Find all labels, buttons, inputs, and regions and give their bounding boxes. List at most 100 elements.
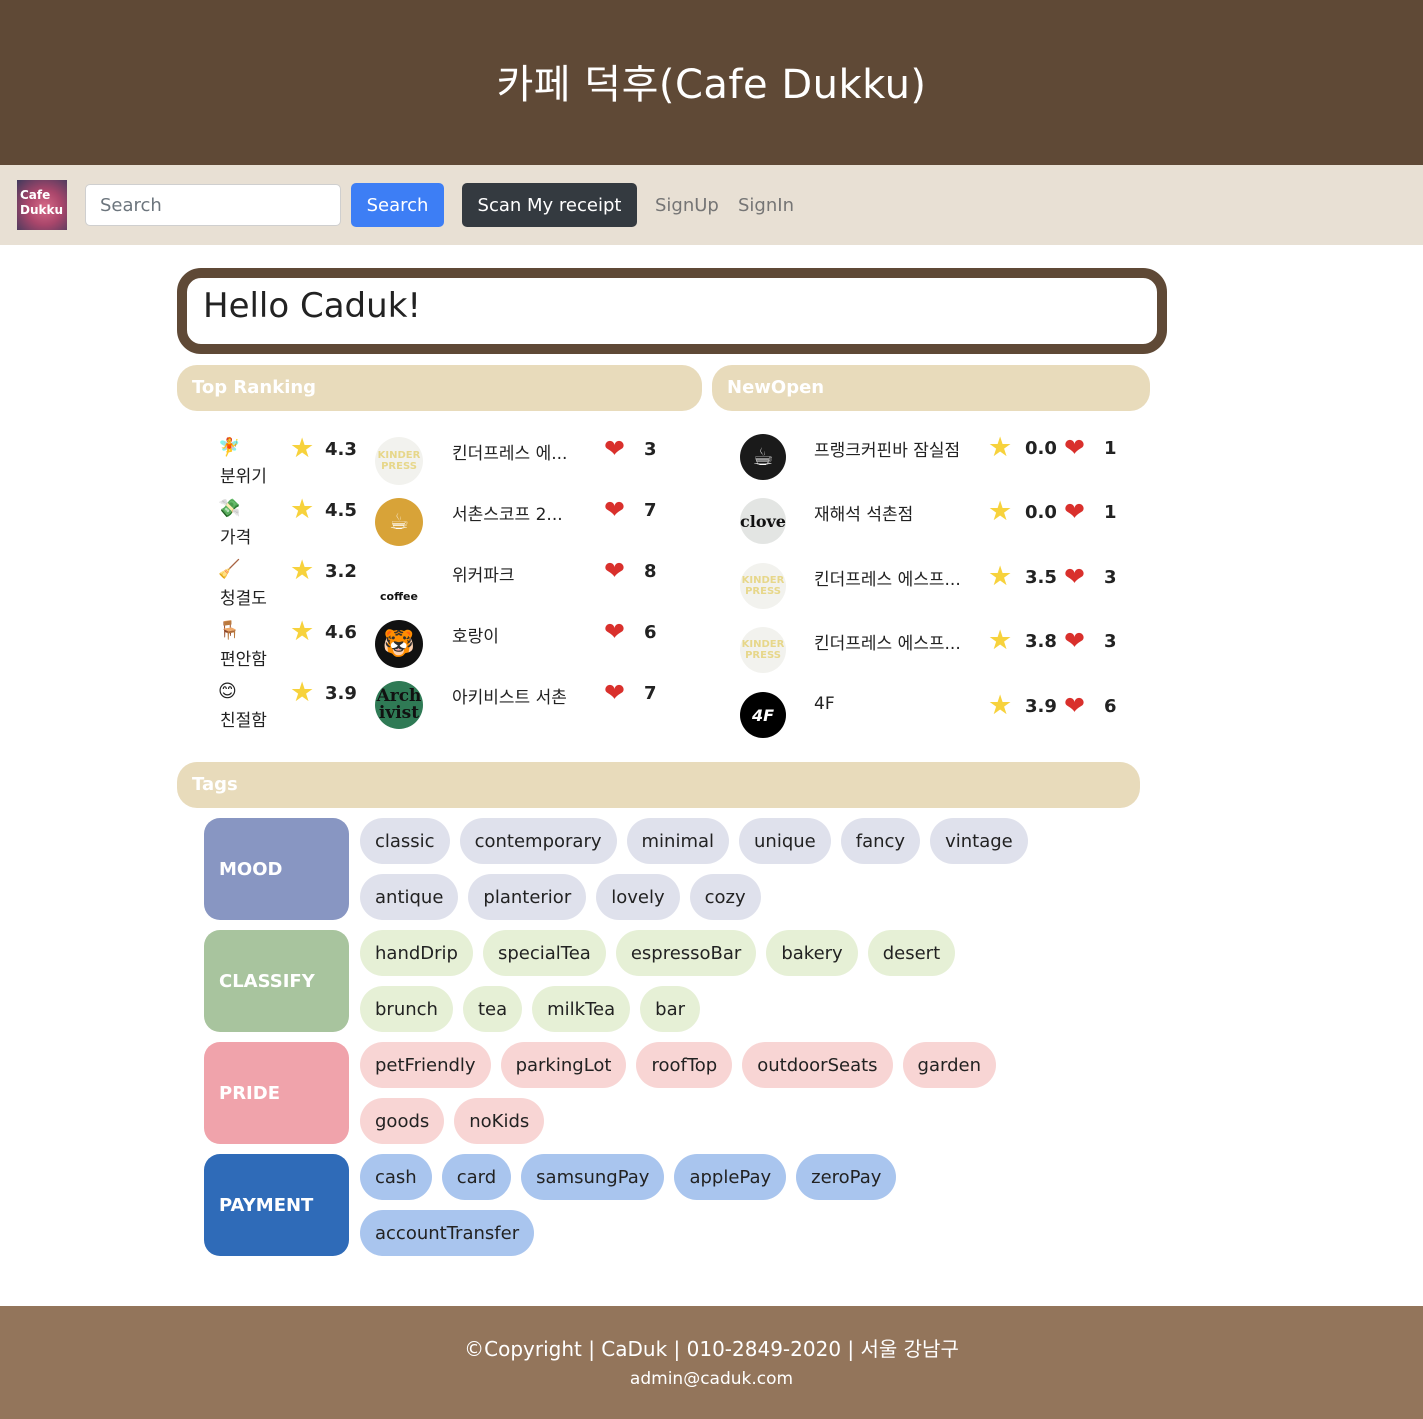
tag-chip[interactable]: espressoBar xyxy=(615,930,757,976)
cafe-name-link[interactable]: 프랭크커핀바 잠실점 xyxy=(814,436,960,461)
scan-receipt-button[interactable]: Scan My receipt xyxy=(462,183,637,227)
tag-chip[interactable]: planterior xyxy=(468,874,587,920)
star-icon: ★ xyxy=(290,677,315,708)
cafe-name-link[interactable]: 재해석 석촌점 xyxy=(814,500,913,525)
search-button[interactable]: Search xyxy=(351,183,444,227)
tag-chip[interactable]: milkTea xyxy=(532,986,631,1032)
tag-chip[interactable]: accountTransfer xyxy=(360,1210,535,1256)
like-count: 3 xyxy=(644,439,657,460)
cafe-score: 3.5 xyxy=(1025,567,1057,588)
greeting-box: Hello Caduk! xyxy=(177,268,1167,354)
cafe-name-link[interactable]: 아키비스트 서촌 xyxy=(452,683,567,708)
category-row: 🪑 편안함 ★ 4.6 xyxy=(218,617,368,673)
star-icon: ★ xyxy=(290,555,315,586)
logo[interactable]: Cafe Dukku xyxy=(17,180,67,230)
category-score: 3.2 xyxy=(325,561,357,582)
cafe-name-link[interactable]: 킨더프레스 에... xyxy=(452,439,567,464)
tag-group-pride[interactable]: PRIDE xyxy=(204,1042,349,1144)
tag-chip[interactable]: specialTea xyxy=(482,930,606,976)
tag-chip[interactable]: zeroPay xyxy=(796,1154,897,1200)
heart-icon[interactable]: ❤ xyxy=(604,496,625,524)
heart-icon[interactable]: ❤ xyxy=(1064,563,1085,591)
clove-logo[interactable]: clove xyxy=(740,498,786,544)
tag-chip[interactable]: minimal xyxy=(626,818,730,864)
site-title: 카페 덕후(Cafe Dukku) xyxy=(496,61,927,108)
heart-icon[interactable]: ❤ xyxy=(604,679,625,707)
tag-chip[interactable]: bar xyxy=(640,986,700,1032)
star-icon: ★ xyxy=(290,616,315,647)
tag-chip[interactable]: goods xyxy=(360,1098,445,1144)
heart-icon[interactable]: ❤ xyxy=(604,435,625,463)
tag-row: cash card samsungPay applePay zeroPay xyxy=(360,1154,897,1200)
tag-chip[interactable]: handDrip xyxy=(360,930,473,976)
heart-icon[interactable]: ❤ xyxy=(1064,498,1085,526)
tag-chip[interactable]: garden xyxy=(902,1042,996,1088)
tag-chip[interactable]: vintage xyxy=(930,818,1028,864)
cafe-name-link[interactable]: 위커파크 xyxy=(452,561,515,586)
archivist-logo[interactable]: Arch ivist xyxy=(375,681,423,729)
category-score: 4.6 xyxy=(325,622,357,643)
wicker-park-logo[interactable]: coffee xyxy=(375,559,423,607)
tiger-logo[interactable]: 🐯 xyxy=(375,620,423,668)
tag-chip[interactable]: cash xyxy=(360,1154,432,1200)
tag-chip[interactable]: antique xyxy=(360,874,459,920)
category-row: 💸 가격 ★ 4.5 xyxy=(218,495,368,551)
heart-icon[interactable]: ❤ xyxy=(604,618,625,646)
category-row: 🧚 분위기 ★ 4.3 xyxy=(218,434,368,490)
tag-chip[interactable]: contemporary xyxy=(459,818,617,864)
tag-group-classify[interactable]: CLASSIFY xyxy=(204,930,349,1032)
cafe-name-link[interactable]: 4F xyxy=(814,694,835,714)
heart-icon[interactable]: ❤ xyxy=(1064,692,1085,720)
cafe-name-link[interactable]: 호랑이 xyxy=(452,622,499,647)
tag-chip[interactable]: lovely xyxy=(596,874,680,920)
tag-chip[interactable]: samsungPay xyxy=(521,1154,665,1200)
tag-chip[interactable]: fancy xyxy=(840,818,921,864)
tag-chip[interactable]: card xyxy=(441,1154,512,1200)
tag-row: handDrip specialTea espressoBar bakery deser… xyxy=(360,930,956,976)
tag-row: antique planterior lovely cozy xyxy=(360,874,761,920)
cafe-score: 0.0 xyxy=(1025,438,1057,459)
site-header: 카페 덕후(Cafe Dukku) xyxy=(0,0,1423,165)
tag-chip[interactable]: noKids xyxy=(454,1098,545,1144)
tag-chip[interactable]: bakery xyxy=(766,930,858,976)
star-icon: ★ xyxy=(988,496,1013,527)
signin-link[interactable]: SignIn xyxy=(738,195,794,216)
like-count: 1 xyxy=(1104,438,1117,459)
seochon-scope-logo[interactable]: ☕ xyxy=(375,498,423,546)
cafe-name-link[interactable]: 서촌스코프 2... xyxy=(452,500,563,525)
category-label: 친절함 xyxy=(220,711,267,731)
tag-chip[interactable]: classic xyxy=(360,818,450,864)
search-input[interactable] xyxy=(85,184,341,226)
kinder-press-logo[interactable]: KINDER PRESS xyxy=(375,437,423,485)
category-score: 4.3 xyxy=(325,439,357,460)
like-count: 3 xyxy=(1104,631,1117,652)
tag-chip[interactable]: petFriendly xyxy=(360,1042,491,1088)
heart-icon[interactable]: ❤ xyxy=(1064,434,1085,462)
tag-chip[interactable]: unique xyxy=(739,818,831,864)
tag-chip[interactable]: roofTop xyxy=(636,1042,733,1088)
kinder-press-logo[interactable]: KINDER PRESS xyxy=(740,563,786,609)
tag-chip[interactable]: brunch xyxy=(360,986,453,1032)
tag-chip[interactable]: cozy xyxy=(689,874,761,920)
broom-icon: 🧹 xyxy=(218,559,241,580)
star-icon: ★ xyxy=(988,432,1013,463)
heart-icon[interactable]: ❤ xyxy=(604,557,625,585)
signup-link[interactable]: SignUp xyxy=(655,195,719,216)
heart-icon[interactable]: ❤ xyxy=(1064,627,1085,655)
tag-chip[interactable]: parkingLot xyxy=(500,1042,627,1088)
footer-email: admin@caduk.com xyxy=(629,1369,794,1389)
tag-row: goods noKids xyxy=(360,1098,545,1144)
tag-chip[interactable]: desert xyxy=(867,930,956,976)
frank-coffee-logo[interactable]: ☕ xyxy=(740,434,786,480)
tag-group-payment[interactable]: PAYMENT xyxy=(204,1154,349,1256)
tag-chip[interactable]: applePay xyxy=(674,1154,787,1200)
cafe-name-link[interactable]: 킨더프레스 에스프... xyxy=(814,629,961,654)
category-label: 편안함 xyxy=(220,650,267,670)
tag-chip[interactable]: outdoorSeats xyxy=(742,1042,893,1088)
tag-group-mood[interactable]: MOOD xyxy=(204,818,349,920)
kinder-press-logo[interactable]: KINDER PRESS xyxy=(740,627,786,673)
cafe-name-link[interactable]: 킨더프레스 에스프... xyxy=(814,565,961,590)
4f-logo[interactable]: 4F xyxy=(740,692,786,738)
tag-chip[interactable]: tea xyxy=(462,986,523,1032)
tag-row: accountTransfer xyxy=(360,1210,535,1256)
